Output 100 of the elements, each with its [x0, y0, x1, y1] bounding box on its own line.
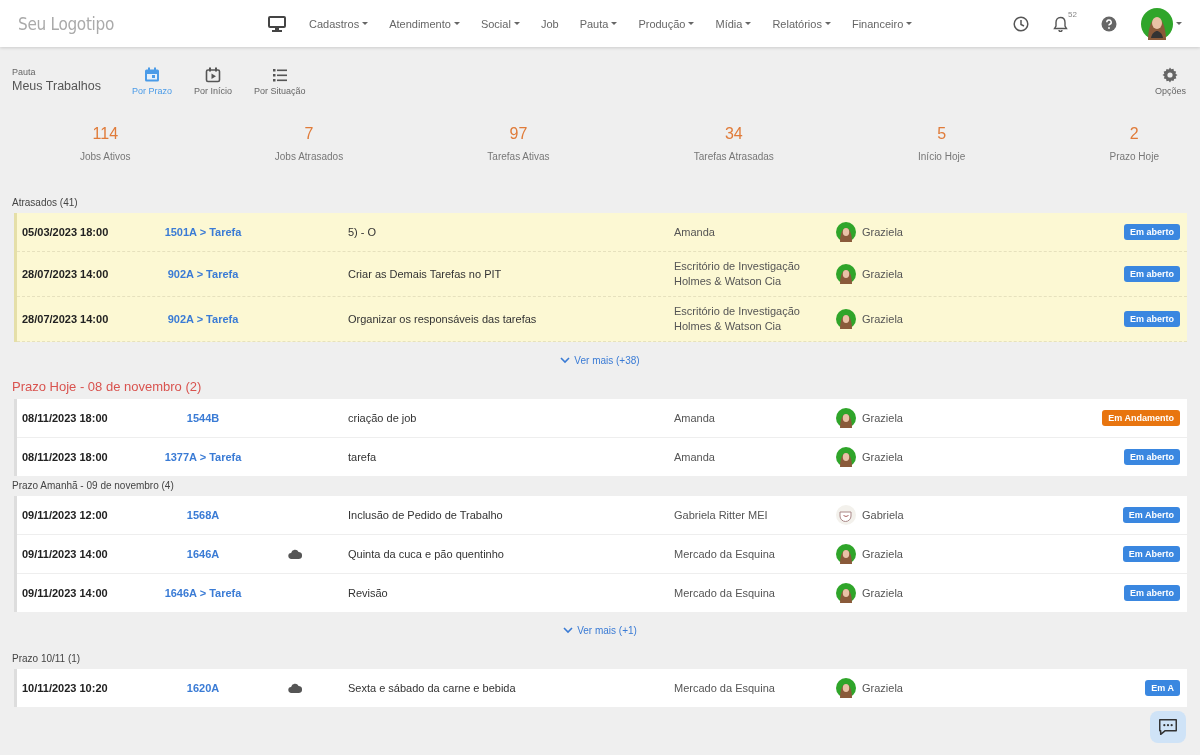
calendar-icon: [144, 67, 160, 83]
user-avatar: [836, 583, 856, 603]
page-title: Meus Trabalhos: [12, 79, 102, 93]
chat-button[interactable]: [1150, 711, 1186, 743]
chevron-down-icon: [560, 357, 571, 364]
client-name: Escritório de Investigação Holmes & Watson Cia: [674, 259, 801, 289]
status-badge: Em A: [1145, 680, 1180, 696]
list-icon: [271, 67, 288, 83]
caret-icon: [1176, 22, 1182, 25]
client-name: Escritório de Investigação Holmes & Watson Cia: [674, 304, 801, 334]
job-link[interactable]: 1646A: [186, 548, 220, 560]
date-cell-text: 28/07/2023 14:00: [22, 268, 110, 280]
user-avatar: [836, 264, 856, 284]
nav-menu-item[interactable]: Relatórios: [772, 17, 831, 30]
client-name: Amanda: [674, 410, 716, 426]
job-link[interactable]: 1646A > Tarefa: [164, 587, 242, 599]
date-cell-text: 10/11/2023 10:20: [22, 682, 109, 694]
monitor-icon: [268, 15, 286, 32]
date-cell-text: 09/11/2023 14:00: [22, 548, 109, 560]
section-heading: Prazo 10/11 (1): [12, 652, 82, 666]
task-title: Criar as Demais Tarefas no PIT: [348, 268, 503, 280]
user-name: Graziela: [862, 412, 903, 424]
job-link[interactable]: 1501A > Tarefa: [164, 226, 242, 238]
stat-label: Jobs Atrasados: [274, 151, 344, 162]
client-name: Mercado da Esquina: [674, 546, 776, 562]
client-name: Gabriela Ritter MEI: [674, 507, 769, 523]
section-heading: Prazo Amanhã - 09 de novembro (4): [12, 479, 175, 493]
user-name: Graziela: [862, 587, 903, 599]
notification-count: 52: [1068, 9, 1077, 19]
view-tab[interactable]: Por Início: [194, 67, 233, 96]
stat-value: 7: [304, 125, 314, 143]
status-badge: Em aberto: [1124, 224, 1180, 240]
client-name: Amanda: [674, 224, 716, 240]
options-button[interactable]: Opções: [1154, 67, 1186, 96]
bell-icon: [1053, 15, 1069, 32]
job-link[interactable]: 1568A: [186, 509, 220, 521]
task-title: Organizar os responsáveis das tarefas: [348, 313, 538, 325]
job-link[interactable]: 1544B: [186, 412, 220, 424]
nav-menu-item[interactable]: Job: [540, 17, 559, 30]
task-title: Revisão: [348, 587, 389, 599]
task-title: Sexta e sábado da carne e bebida: [348, 682, 517, 694]
status-badge: Em Andamento: [1102, 410, 1180, 426]
user-name: Graziela: [862, 451, 903, 463]
client-name: Amanda: [674, 449, 716, 465]
job-link[interactable]: 1377A > Tarefa: [164, 451, 242, 463]
status-badge: Em aberto: [1124, 449, 1180, 465]
user-name: Graziela: [862, 226, 903, 238]
status-badge: Em aberto: [1124, 266, 1180, 282]
user-avatar: [836, 408, 856, 428]
stat-value: 114: [92, 125, 119, 143]
user-avatar: [836, 678, 856, 698]
status-badge: Em Aberto: [1122, 546, 1180, 562]
date-cell-text: 05/03/2023 18:00: [22, 226, 110, 238]
section-heading: Atrasados (41): [12, 196, 79, 210]
client-name: Mercado da Esquina: [674, 585, 776, 601]
nav-menu-item[interactable]: Financeiro: [851, 17, 913, 30]
status-badge: Em Aberto: [1122, 507, 1180, 523]
user-name: Graziela: [862, 548, 903, 560]
stat-value: 97: [509, 125, 528, 143]
view-tab[interactable]: Por Situação: [254, 67, 306, 96]
date-cell-text: 08/11/2023 18:00: [22, 412, 109, 424]
nav-menu-item[interactable]: Social: [480, 17, 520, 30]
stat-value: 5: [937, 125, 947, 143]
show-more-link[interactable]: Ver mais (+38): [560, 355, 640, 366]
nav-menu-item[interactable]: Mídia: [715, 17, 752, 30]
nav-menu-item[interactable]: Cadastros: [309, 17, 369, 30]
user-avatar: [836, 222, 856, 242]
stat-label: Tarefas Atrasadas: [693, 151, 774, 162]
date-cell-text: 08/11/2023 18:00: [22, 451, 109, 463]
stat-label: Jobs Ativos: [80, 151, 131, 162]
chat-icon: [1157, 716, 1179, 738]
stat-value: 34: [724, 125, 743, 143]
user-name: Graziela: [862, 313, 903, 325]
user-name: Gabriela: [862, 509, 904, 521]
stat-label: Prazo Hoje: [1109, 151, 1159, 162]
play-calendar-icon: [205, 67, 222, 83]
status-badge: Em aberto: [1124, 585, 1180, 601]
task-title: Quinta da cuca e pão quentinho: [348, 548, 505, 560]
user-avatar: [836, 447, 856, 467]
settings-icon: [1162, 67, 1179, 83]
date-cell-text: 09/11/2023 12:00: [22, 509, 109, 521]
user-name: Graziela: [862, 682, 903, 694]
client-name: Mercado da Esquina: [674, 680, 776, 696]
nav-menu-item[interactable]: Produção: [638, 17, 695, 30]
job-link[interactable]: 902A > Tarefa: [167, 268, 239, 280]
task-title: 5) - O: [348, 226, 378, 238]
job-link[interactable]: 1620A: [186, 682, 220, 694]
status-badge: Em aberto: [1124, 311, 1180, 327]
breadcrumb[interactable]: Pauta: [12, 67, 132, 77]
stat-label: Tarefas Ativas: [487, 151, 550, 162]
task-title: Inclusão de Pedido de Trabalho: [348, 509, 504, 521]
date-cell-text: 28/07/2023 14:00: [22, 313, 110, 325]
job-link[interactable]: 902A > Tarefa: [167, 313, 239, 325]
stat-value: 2: [1129, 125, 1139, 143]
nav-menu-item[interactable]: Atendimento: [389, 17, 460, 30]
user-avatar: [1141, 7, 1173, 40]
section-heading: Prazo Hoje - 08 de novembro (2): [12, 379, 203, 396]
nav-menu-item[interactable]: Pauta: [579, 17, 618, 30]
task-title: tarefa: [348, 451, 378, 463]
show-more-link[interactable]: Ver mais (+1): [563, 625, 637, 636]
